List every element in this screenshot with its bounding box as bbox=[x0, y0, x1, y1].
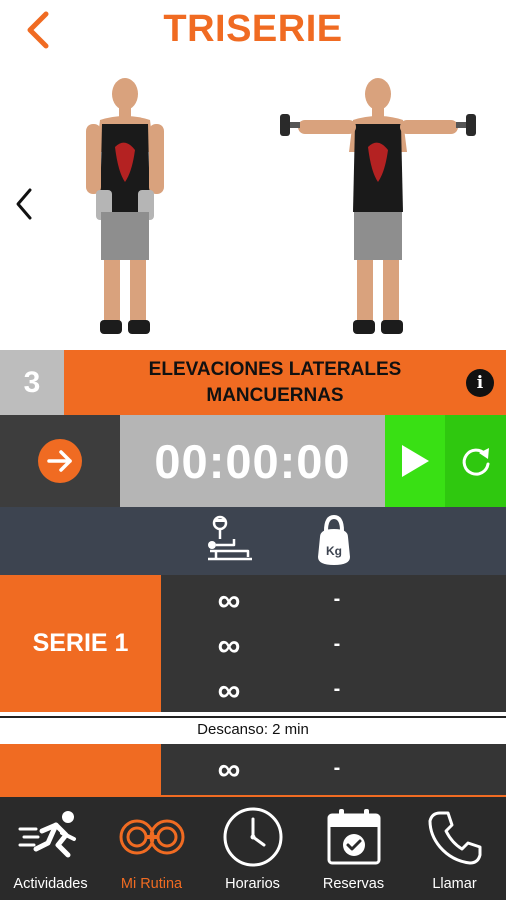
reps-value: ∞ bbox=[217, 672, 241, 708]
serie-label: SERIE 1 bbox=[0, 575, 161, 712]
kettlebell-weight-icon: Kg bbox=[318, 514, 350, 565]
nav-item-mi-rutina[interactable]: Mi Rutina bbox=[101, 797, 202, 900]
reps-value: ∞ bbox=[217, 582, 241, 618]
calendar-check-icon bbox=[327, 809, 381, 865]
svg-text:Kg: Kg bbox=[326, 544, 342, 558]
exercise-header: 3 ELEVACIONES LATERALES MANCUERNAS i bbox=[0, 350, 506, 415]
exercise-illustration bbox=[0, 64, 506, 350]
timer-display: 00:00:00 bbox=[120, 415, 385, 507]
nav-label: Mi Rutina bbox=[120, 876, 183, 892]
page-title: TRISERIE bbox=[163, 8, 343, 50]
athlete-end-position-image bbox=[280, 78, 476, 334]
nav-label: Actividades bbox=[13, 876, 88, 892]
reps-value: ∞ bbox=[217, 627, 241, 663]
next-exercise-button[interactable] bbox=[38, 439, 82, 483]
set-row[interactable]: ∞ - bbox=[161, 623, 506, 668]
column-header-icons: Kg bbox=[0, 507, 506, 575]
reps-value: ∞ bbox=[217, 751, 241, 787]
chevron-left-icon bbox=[16, 188, 32, 220]
nav-item-reservas[interactable]: Reservas bbox=[303, 797, 404, 900]
next-exercise-cell bbox=[0, 415, 120, 507]
set-row[interactable]: ∞ - bbox=[161, 578, 506, 623]
previous-image-button[interactable] bbox=[12, 186, 38, 222]
nav-item-llamar[interactable]: Llamar bbox=[404, 797, 505, 900]
rest-indicator: Descanso: 2 min bbox=[0, 716, 506, 742]
serie-label bbox=[0, 744, 161, 795]
running-icon bbox=[18, 811, 76, 858]
set-row[interactable]: ∞ - bbox=[161, 668, 506, 713]
weight-value: - bbox=[333, 633, 341, 655]
nav-label: Reservas bbox=[322, 876, 385, 892]
info-button[interactable]: i bbox=[466, 369, 494, 397]
nav-item-horarios[interactable]: Horarios bbox=[202, 797, 303, 900]
bench-press-icon bbox=[208, 515, 252, 561]
weight-value: - bbox=[333, 588, 341, 610]
nav-item-actividades[interactable]: Actividades bbox=[0, 797, 101, 900]
athlete-start-position-image bbox=[86, 78, 164, 334]
weight-value: - bbox=[333, 757, 341, 779]
weight-value: - bbox=[333, 678, 341, 700]
arrow-right-icon bbox=[47, 450, 72, 472]
nav-label: Horarios bbox=[225, 876, 280, 892]
serie-block: ∞ - bbox=[0, 744, 506, 795]
timer-bar: 00:00:00 bbox=[0, 415, 506, 507]
serie-block: SERIE 1 ∞ - ∞ - ∞ - bbox=[0, 575, 506, 712]
bottom-navigation: Actividades Mi Rutina Horarios Reservas … bbox=[0, 795, 506, 900]
refresh-icon bbox=[462, 448, 489, 476]
play-icon bbox=[402, 445, 429, 477]
info-icon: i bbox=[476, 373, 484, 393]
play-button[interactable] bbox=[385, 415, 445, 507]
reset-button[interactable] bbox=[445, 415, 506, 507]
phone-icon bbox=[428, 811, 482, 865]
exercise-number: 3 bbox=[0, 350, 64, 415]
nav-label: Llamar bbox=[432, 876, 477, 892]
clock-icon bbox=[223, 807, 283, 867]
exercise-name: ELEVACIONES LATERALES MANCUERNAS bbox=[64, 350, 506, 415]
header: TRISERIE bbox=[0, 0, 506, 64]
set-row[interactable]: ∞ - bbox=[161, 747, 506, 792]
dumbbell-icon bbox=[119, 819, 185, 855]
